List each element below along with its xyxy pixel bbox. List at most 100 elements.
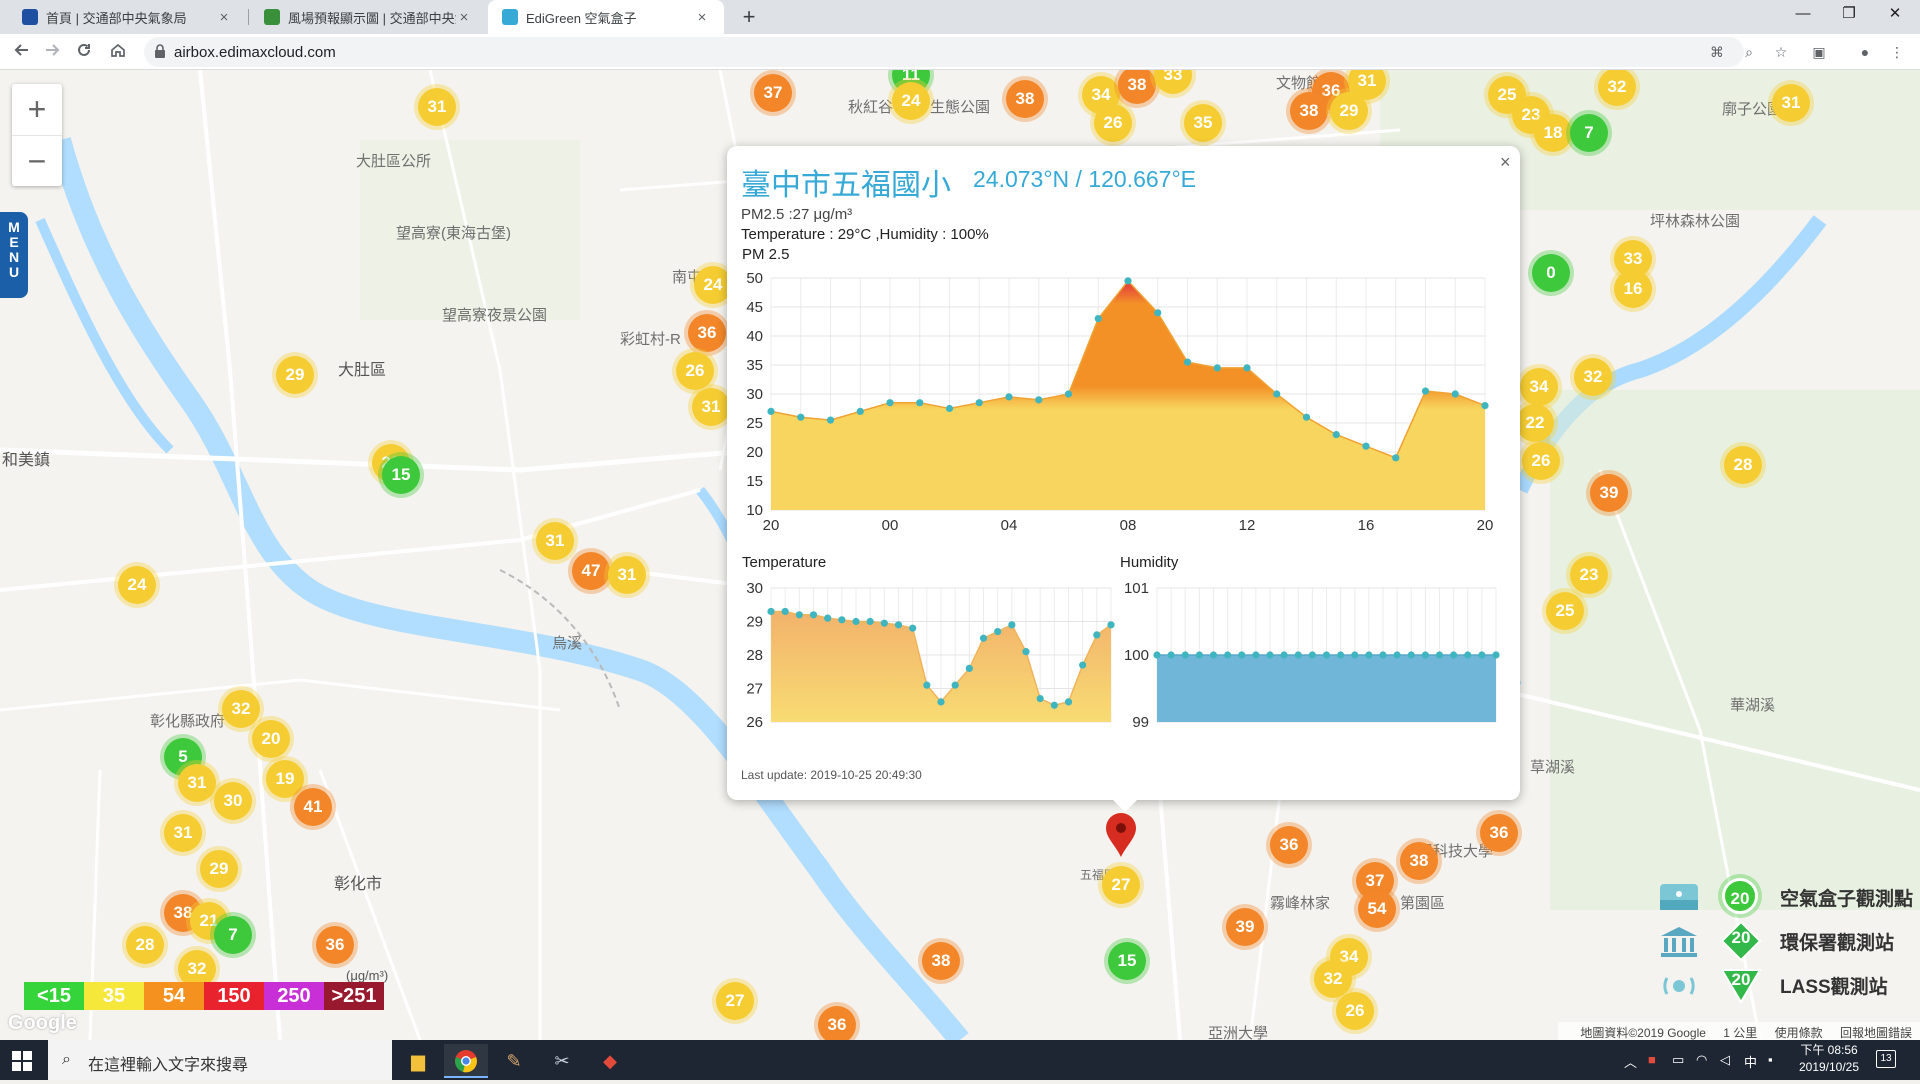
station-marker[interactable]: 23: [1570, 556, 1608, 594]
minimize-button[interactable]: —: [1780, 0, 1826, 30]
show-hidden-icons[interactable]: ︿: [1624, 1052, 1637, 1071]
close-icon[interactable]: ×: [694, 9, 710, 26]
station-marker[interactable]: 39: [1226, 908, 1264, 946]
station-marker[interactable]: 7: [1570, 114, 1608, 152]
station-marker[interactable]: 20: [252, 720, 290, 758]
zoom-in-button[interactable]: +: [12, 84, 62, 135]
selected-station-pin-icon[interactable]: [1104, 812, 1138, 858]
station-marker[interactable]: 36: [1270, 826, 1308, 864]
station-marker[interactable]: 36: [818, 1006, 856, 1040]
station-marker[interactable]: 31: [1772, 84, 1810, 122]
ime-indicator[interactable]: 中: [1744, 1052, 1757, 1071]
terms-link[interactable]: 使用條款: [1775, 1026, 1823, 1040]
station-marker[interactable]: 31: [178, 764, 216, 802]
snipping-tool-icon[interactable]: ✂: [540, 1044, 584, 1078]
station-marker[interactable]: 26: [1094, 104, 1132, 142]
station-marker[interactable]: 26: [676, 352, 714, 390]
aqi-color-scale: <15 35 54 150 250 >251: [24, 982, 384, 1010]
taskbar-search-box[interactable]: ⌕ 在這裡輸入文字來搜尋: [48, 1040, 392, 1080]
station-marker[interactable]: 29: [276, 356, 314, 394]
station-marker[interactable]: 27: [716, 982, 754, 1020]
station-marker[interactable]: 24: [892, 82, 930, 120]
back-button[interactable]: [8, 38, 36, 66]
station-marker[interactable]: 37: [754, 74, 792, 112]
station-marker[interactable]: 24: [118, 566, 156, 604]
station-marker[interactable]: 36: [316, 926, 354, 964]
station-marker[interactable]: 35: [1184, 104, 1222, 142]
station-marker[interactable]: 38: [1006, 80, 1044, 118]
station-marker[interactable]: 31: [536, 522, 574, 560]
security-tray-icon[interactable]: ■: [1648, 1052, 1656, 1067]
home-button[interactable]: [104, 38, 132, 66]
station-marker[interactable]: 16: [1614, 270, 1652, 308]
station-marker[interactable]: 26: [1336, 992, 1374, 1030]
bookmark-star-icon[interactable]: ☆: [1772, 43, 1790, 61]
paint-app-icon[interactable]: ✎: [492, 1044, 536, 1078]
station-marker[interactable]: 47: [572, 552, 610, 590]
chrome-taskbar-icon[interactable]: [444, 1044, 488, 1078]
address-bar[interactable]: airbox.edimaxcloud.com: [144, 37, 1744, 67]
station-marker[interactable]: 32: [1574, 358, 1612, 396]
station-marker[interactable]: 32: [222, 690, 260, 728]
maximize-button[interactable]: ❐: [1826, 0, 1872, 30]
station-marker[interactable]: 27: [1102, 866, 1140, 904]
station-marker[interactable]: 22: [1516, 404, 1554, 442]
zoom-icon[interactable]: ⌕: [1740, 43, 1758, 61]
battery-icon[interactable]: ▭: [1672, 1052, 1684, 1068]
station-marker[interactable]: 32: [1314, 960, 1352, 998]
station-marker[interactable]: 19: [266, 760, 304, 798]
station-marker[interactable]: 18: [1534, 114, 1572, 152]
wifi-icon[interactable]: ◠: [1696, 1052, 1707, 1068]
station-marker[interactable]: 34: [1520, 368, 1558, 406]
station-marker[interactable]: 39: [1590, 474, 1628, 512]
station-marker[interactable]: 38: [1400, 842, 1438, 880]
forward-button[interactable]: [38, 38, 66, 66]
data-point: [909, 624, 917, 632]
station-marker[interactable]: 29: [200, 850, 238, 888]
aqi-level-moderate: 35: [84, 982, 144, 1010]
file-explorer-icon[interactable]: ▆: [396, 1044, 440, 1078]
new-tab-button[interactable]: +: [736, 4, 762, 30]
station-marker[interactable]: 0: [1532, 254, 1570, 292]
station-marker[interactable]: 28: [1724, 446, 1762, 484]
search-icon: ⌕: [62, 1051, 71, 1068]
zoom-out-button[interactable]: −: [12, 136, 62, 187]
station-marker[interactable]: 30: [214, 782, 252, 820]
windows-start-icon[interactable]: [12, 1051, 32, 1071]
station-marker[interactable]: 41: [294, 788, 332, 826]
station-marker[interactable]: 54: [1358, 890, 1396, 928]
station-marker[interactable]: 25: [1546, 592, 1584, 630]
station-marker[interactable]: 38: [922, 942, 960, 980]
close-icon[interactable]: ×: [456, 9, 472, 26]
translate-icon[interactable]: ⌘: [1708, 43, 1726, 61]
station-marker[interactable]: 29: [1330, 92, 1368, 130]
chrome-menu-icon[interactable]: ⋮: [1888, 43, 1906, 61]
extension-icon[interactable]: ▣: [1810, 43, 1828, 61]
tab-wind-forecast[interactable]: 風場預報顯示圖 | 交通部中央氣象局 ×: [250, 0, 486, 34]
window-close-button[interactable]: ✕: [1872, 0, 1918, 30]
menu-tab-button[interactable]: M E N U: [0, 212, 28, 298]
station-marker[interactable]: 31: [164, 814, 202, 852]
station-marker[interactable]: 15: [1108, 942, 1146, 980]
input-mode-icon[interactable]: ▪: [1768, 1052, 1773, 1067]
action-center-icon[interactable]: 13: [1876, 1050, 1896, 1068]
station-marker[interactable]: 38: [1290, 92, 1328, 130]
report-error-link[interactable]: 回報地圖錯誤: [1840, 1026, 1912, 1040]
system-clock[interactable]: 下午 08:56 2019/10/25: [1794, 1042, 1864, 1076]
station-marker[interactable]: 28: [126, 926, 164, 964]
station-marker[interactable]: 7: [214, 916, 252, 954]
reload-button[interactable]: [70, 38, 98, 66]
volume-icon[interactable]: ◁: [1720, 1052, 1730, 1068]
station-marker[interactable]: 36: [1480, 814, 1518, 852]
profile-icon[interactable]: ●: [1856, 43, 1874, 61]
station-marker[interactable]: 31: [608, 556, 646, 594]
tab-edigreen[interactable]: EdiGreen 空氣盒子 ×: [488, 0, 724, 34]
station-marker[interactable]: 15: [382, 456, 420, 494]
station-marker[interactable]: 31: [418, 88, 456, 126]
pdf-app-icon[interactable]: ◆: [588, 1044, 632, 1078]
station-marker[interactable]: 26: [1522, 442, 1560, 480]
tab-cwb-home[interactable]: 首頁 | 交通部中央氣象局 ×: [8, 0, 246, 34]
station-marker[interactable]: 31: [692, 388, 730, 426]
station-marker[interactable]: 36: [688, 314, 726, 352]
close-icon[interactable]: ×: [216, 9, 232, 26]
